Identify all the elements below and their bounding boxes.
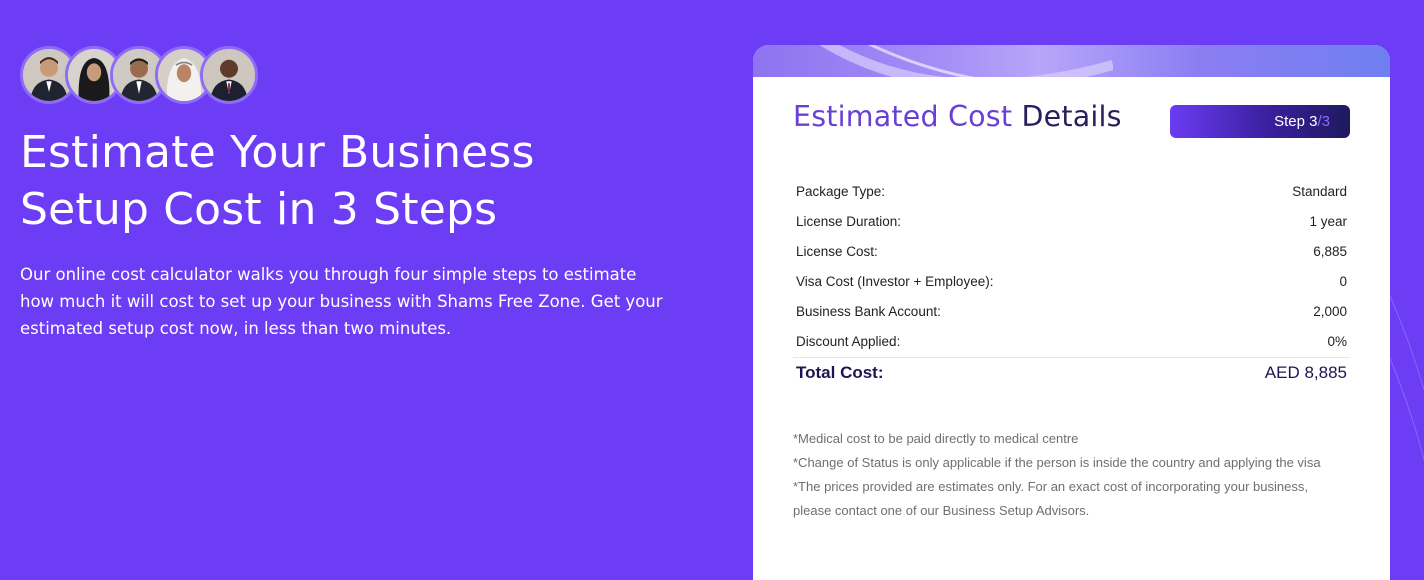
hero-title: Estimate Your Business Setup Cost in 3 S… — [20, 124, 660, 238]
row-label: Business Bank Account: — [796, 303, 941, 319]
cost-table: Package Type: Standard License Duration:… — [793, 176, 1350, 387]
row-label: Package Type: — [796, 183, 886, 199]
row-value: Standard — [1292, 183, 1347, 199]
note-medical: *Medical cost to be paid directly to med… — [793, 431, 1079, 446]
row-value: 2,000 — [1313, 303, 1347, 319]
card-banner — [753, 45, 1390, 77]
step-indicator: Step 3/3 — [1170, 105, 1350, 138]
note-change-of-status: *Change of Status is only applicable if … — [793, 455, 1321, 470]
advisor-avatars — [20, 46, 258, 104]
cost-notes: *Medical cost to be paid directly to med… — [793, 427, 1338, 523]
row-value: 0 — [1339, 273, 1347, 289]
row-label: License Duration: — [796, 213, 902, 229]
total-cost-label: Total Cost: — [796, 362, 884, 382]
row-value: 0% — [1327, 333, 1347, 349]
banner-swirl-decoration — [819, 45, 1113, 77]
note-estimates: *The prices provided are estimates only.… — [793, 479, 1308, 518]
step-label: Step 3 — [1274, 113, 1318, 130]
total-cost-value: AED 8,885 — [1264, 362, 1347, 382]
total-cost-row: Total Cost: AED 8,885 — [793, 357, 1350, 387]
hero-title-line1: Estimate Your Business — [20, 127, 535, 178]
cost-row-license-duration: License Duration: 1 year — [793, 206, 1350, 236]
step-total: /3 — [1317, 113, 1330, 130]
row-value: 6,885 — [1313, 243, 1347, 259]
hero-description: Our online cost calculator walks you thr… — [20, 265, 663, 338]
row-value: 1 year — [1309, 213, 1347, 229]
cost-details-card: Estimated Cost Details Step 3/3 Package … — [753, 45, 1390, 580]
card-title-accent: Estimated Cost — [793, 100, 1013, 133]
cost-row-visa-cost: Visa Cost (Investor + Employee): 0 — [793, 266, 1350, 296]
cost-row-discount: Discount Applied: 0% — [793, 326, 1350, 356]
cost-row-package-type: Package Type: Standard — [793, 176, 1350, 206]
row-label: License Cost: — [796, 243, 878, 259]
row-label: Discount Applied: — [796, 333, 901, 349]
row-label: Visa Cost (Investor + Employee): — [796, 273, 994, 289]
avatar — [200, 46, 258, 104]
hero-title-line2: Setup Cost in 3 Steps — [20, 184, 498, 235]
cost-row-bank-account: Business Bank Account: 2,000 — [793, 296, 1350, 326]
cost-row-license-cost: License Cost: 6,885 — [793, 236, 1350, 266]
card-title-rest: Details — [1012, 100, 1122, 133]
card-title: Estimated Cost Details — [793, 100, 1122, 133]
